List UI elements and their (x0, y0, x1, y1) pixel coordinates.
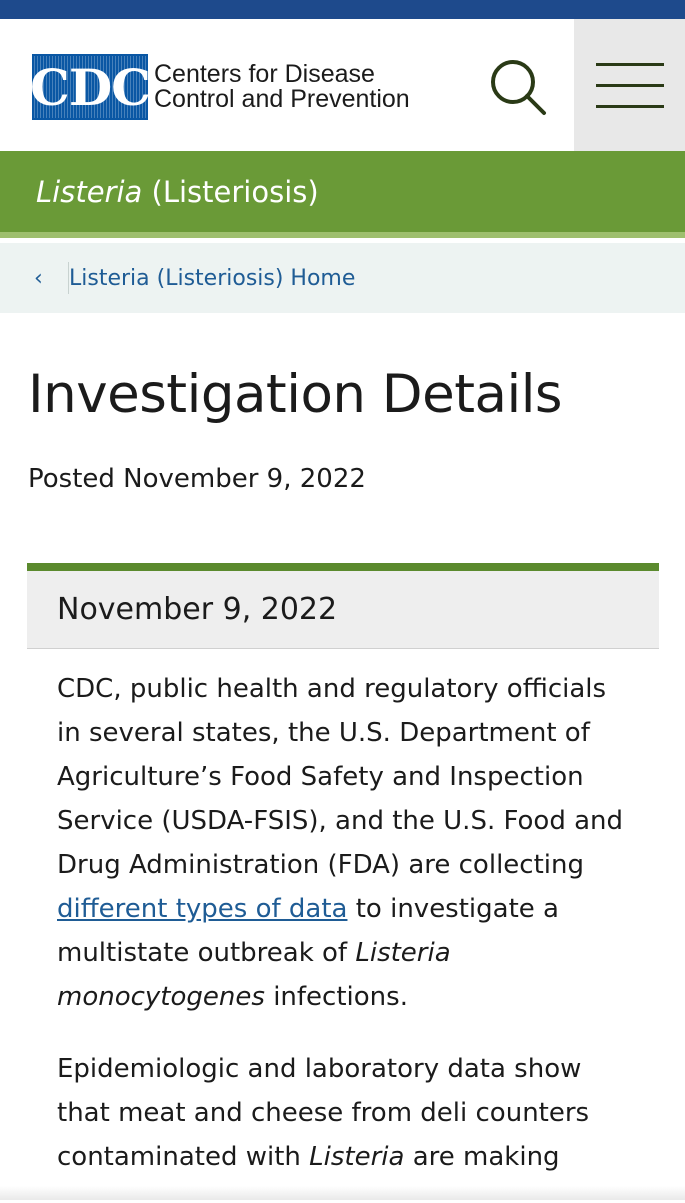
paragraph: Epidemiologic and laboratory data show t… (57, 1047, 635, 1179)
breadcrumb-home-link[interactable]: Listeria (Listeriosis) Home (69, 266, 355, 291)
site-title-italic: Listeria (36, 175, 143, 209)
site-title-rest: (Listeriosis) (142, 175, 319, 209)
site-title[interactable]: Listeria (Listeriosis) (36, 175, 319, 209)
top-bar (0, 0, 685, 19)
update-card: November 9, 2022 CDC, public health and … (27, 563, 659, 1203)
menu-icon (595, 62, 664, 66)
menu-icon-line (595, 104, 664, 108)
org-name-line2: Control and Prevention (154, 85, 410, 113)
site-header: CDC Centers for Disease Control and Prev… (0, 19, 685, 151)
org-name: Centers for Disease Control and Preventi… (154, 62, 410, 112)
bottom-toolbar-edge (0, 1186, 685, 1200)
posted-date: Posted November 9, 2022 (28, 464, 366, 494)
page-title: Investigation Details (28, 364, 563, 425)
different-types-of-data-link[interactable]: different types of data (57, 894, 347, 924)
menu-icon-line (595, 83, 664, 87)
paragraph: CDC, public health and regulatory offici… (57, 667, 635, 1019)
paragraph-italic-text: Listeria (309, 1142, 405, 1172)
cdc-logo-text: CDC (30, 57, 151, 117)
breadcrumb[interactable]: ‹ Listeria (Listeriosis) Home (0, 243, 685, 313)
paragraph-text: infections. (264, 982, 408, 1012)
update-card-body: CDC, public health and regulatory offici… (27, 649, 659, 1179)
update-card-header: November 9, 2022 (27, 571, 659, 649)
paragraph-text: are making (404, 1142, 560, 1172)
cdc-logo-mark: CDC (30, 54, 151, 120)
search-button[interactable] (480, 49, 558, 127)
search-icon (491, 60, 546, 115)
site-banner: Listeria (Listeriosis) (0, 151, 685, 238)
cdc-logo[interactable]: CDC Centers for Disease Control and Prev… (30, 54, 410, 120)
chevron-left-icon: ‹ (34, 265, 43, 291)
update-date: November 9, 2022 (57, 592, 338, 627)
org-name-line1: Centers for Disease (154, 60, 375, 88)
menu-button[interactable] (574, 19, 685, 151)
paragraph-text: CDC, public health and regulatory offici… (57, 674, 624, 880)
